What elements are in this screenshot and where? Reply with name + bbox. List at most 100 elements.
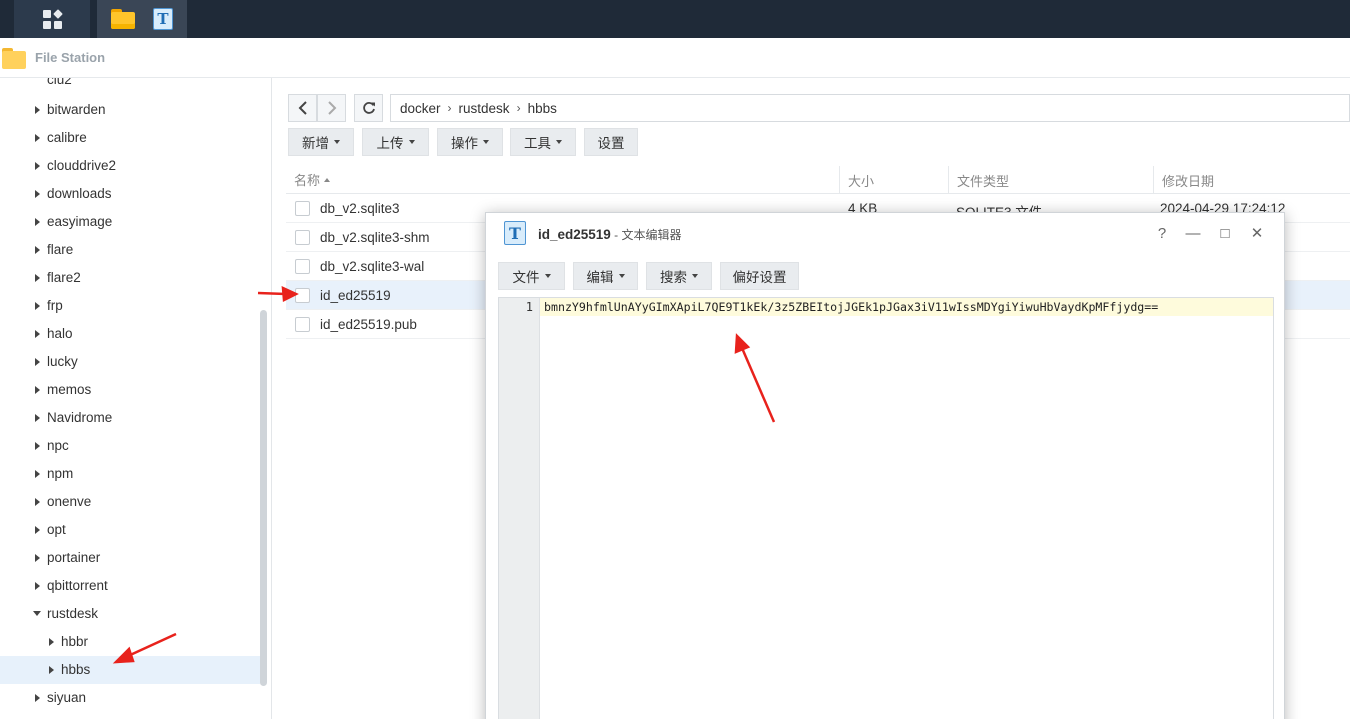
sidebar-item-siyuan[interactable]: siyuan	[0, 684, 260, 712]
folder-tree-sidebar: clu2 bitwarden calibre clouddrive2 download…	[0, 78, 272, 719]
back-button[interactable]	[288, 94, 317, 122]
file-name: db_v2.sqlite3	[320, 201, 400, 216]
breadcrumb-hbbs[interactable]: hbbs	[528, 101, 557, 116]
minimize-icon[interactable]: —	[1183, 223, 1203, 243]
column-header-modified[interactable]: 修改日期	[1162, 166, 1214, 194]
row-checkbox[interactable]	[295, 230, 310, 245]
sidebar-item-navidrome[interactable]: Navidrome	[0, 404, 260, 432]
sidebar-item-portainer[interactable]: portainer	[0, 544, 260, 572]
sidebar-item-qbittorrent[interactable]: qbittorrent	[0, 572, 260, 600]
sidebar-item-clipped[interactable]: clu2	[0, 78, 260, 94]
caret-right-icon[interactable]	[35, 582, 40, 590]
sidebar-item-label: downloads	[47, 186, 112, 201]
editor-title: id_ed25519 - 文本编辑器	[538, 227, 682, 242]
sidebar-item-opt[interactable]: opt	[0, 516, 260, 544]
file-content-line[interactable]: bmnzY9hfmlUnAYyGImXApiL7QE9T1kEk/3z5ZBEI…	[544, 300, 1158, 314]
text-editor-taskbar-button[interactable]: T	[153, 8, 173, 30]
sidebar-item-frp[interactable]: frp	[0, 292, 260, 320]
settings-button[interactable]: 设置	[584, 128, 638, 156]
dropdown-caret-icon	[483, 140, 489, 144]
main-menu-button[interactable]	[14, 0, 90, 38]
editor-menu-edit[interactable]: 编辑	[573, 262, 638, 290]
row-checkbox[interactable]	[295, 259, 310, 274]
close-icon[interactable]: ✕	[1247, 223, 1267, 243]
caret-right-icon[interactable]	[35, 134, 40, 142]
caret-right-icon[interactable]	[35, 162, 40, 170]
caret-right-icon[interactable]	[35, 442, 40, 450]
caret-right-icon[interactable]	[35, 526, 40, 534]
breadcrumb-separator-icon: ›	[447, 101, 452, 115]
create-button[interactable]: 新增	[288, 128, 354, 156]
refresh-icon	[362, 102, 375, 114]
maximize-icon[interactable]: □	[1215, 223, 1235, 243]
upload-button[interactable]: 上传	[362, 128, 429, 156]
taskbar: T	[0, 0, 1350, 38]
sidebar-item-downloads[interactable]: downloads	[0, 180, 260, 208]
caret-right-icon[interactable]	[35, 274, 40, 282]
forward-button[interactable]	[317, 94, 346, 122]
editor-menu-search[interactable]: 搜索	[646, 262, 712, 290]
caret-right-icon[interactable]	[35, 554, 40, 562]
caret-right-icon[interactable]	[35, 106, 40, 114]
caret-right-icon[interactable]	[35, 694, 40, 702]
editor-titlebar[interactable]: T id_ed25519 - 文本编辑器 ? — □ ✕	[486, 213, 1284, 255]
sidebar-item-easyimage[interactable]: easyimage	[0, 208, 260, 236]
caret-right-icon[interactable]	[49, 666, 54, 674]
sidebar-item-label: calibre	[47, 130, 87, 145]
sidebar-item-bitwarden[interactable]: bitwarden	[0, 96, 260, 124]
row-checkbox[interactable]	[295, 201, 310, 216]
caret-right-icon[interactable]	[35, 246, 40, 254]
sidebar-item-clouddrive2[interactable]: clouddrive2	[0, 152, 260, 180]
row-checkbox[interactable]	[295, 288, 310, 303]
sidebar-item-hbbs[interactable]: hbbs	[0, 656, 260, 684]
row-checkbox[interactable]	[295, 317, 310, 332]
caret-right-icon[interactable]	[49, 638, 54, 646]
sidebar-item-lucky[interactable]: lucky	[0, 348, 260, 376]
sidebar-scrollbar[interactable]	[260, 310, 267, 686]
caret-right-icon[interactable]	[35, 302, 40, 310]
caret-right-icon[interactable]	[35, 414, 40, 422]
caret-right-icon[interactable]	[35, 386, 40, 394]
caret-down-icon[interactable]	[33, 611, 41, 616]
caret-right-icon[interactable]	[35, 498, 40, 506]
help-icon[interactable]: ?	[1152, 223, 1172, 243]
dropdown-caret-icon	[692, 274, 698, 278]
breadcrumb-rustdesk[interactable]: rustdesk	[459, 101, 510, 116]
editor-menu-file[interactable]: 文件	[498, 262, 565, 290]
code-editor[interactable]: 1 bmnzY9hfmlUnAYyGImXApiL7QE9T1kEk/3z5ZB…	[498, 297, 1274, 719]
editor-menu-preferences[interactable]: 偏好设置	[720, 262, 799, 290]
sidebar-item-npc[interactable]: npc	[0, 432, 260, 460]
caret-right-icon[interactable]	[35, 358, 40, 366]
path-breadcrumb[interactable]: docker › rustdesk › hbbs	[390, 94, 1350, 122]
dropdown-caret-icon	[408, 140, 415, 144]
caret-right-icon[interactable]	[35, 470, 40, 478]
dropdown-caret-icon	[544, 274, 551, 278]
sidebar-item-calibre[interactable]: calibre	[0, 124, 260, 152]
dropdown-caret-icon	[618, 274, 625, 278]
column-header-size[interactable]: 大小	[848, 166, 874, 194]
breadcrumb-docker[interactable]: docker	[400, 101, 441, 116]
sidebar-item-memos[interactable]: memos	[0, 376, 260, 404]
sidebar-item-label: opt	[47, 522, 66, 537]
tools-button[interactable]: 工具	[510, 128, 576, 156]
column-header-name[interactable]: 名称	[294, 166, 331, 194]
action-button[interactable]: 操作	[437, 128, 503, 156]
dropdown-caret-icon	[556, 140, 562, 144]
caret-right-icon[interactable]	[35, 218, 40, 226]
sidebar-item-npm[interactable]: npm	[0, 460, 260, 488]
caret-right-icon[interactable]	[35, 190, 40, 198]
caret-right-icon[interactable]	[35, 330, 40, 338]
file-station-taskbar-button[interactable]	[111, 9, 135, 29]
refresh-button[interactable]	[354, 94, 383, 122]
sidebar-item-onenve[interactable]: onenve	[0, 488, 260, 516]
sidebar-item-flare[interactable]: flare	[0, 236, 260, 264]
sort-ascending-icon	[324, 177, 331, 182]
column-header-type[interactable]: 文件类型	[957, 166, 1009, 194]
sidebar-item-label: hbbr	[61, 634, 89, 649]
sidebar-item-label: rustdesk	[47, 606, 99, 621]
sidebar-item-flare2[interactable]: flare2	[0, 264, 260, 292]
file-name: id_ed25519.pub	[320, 317, 417, 332]
sidebar-item-halo[interactable]: halo	[0, 320, 260, 348]
sidebar-item-hbbr[interactable]: hbbr	[0, 628, 260, 656]
sidebar-item-rustdesk[interactable]: rustdesk	[0, 600, 260, 628]
